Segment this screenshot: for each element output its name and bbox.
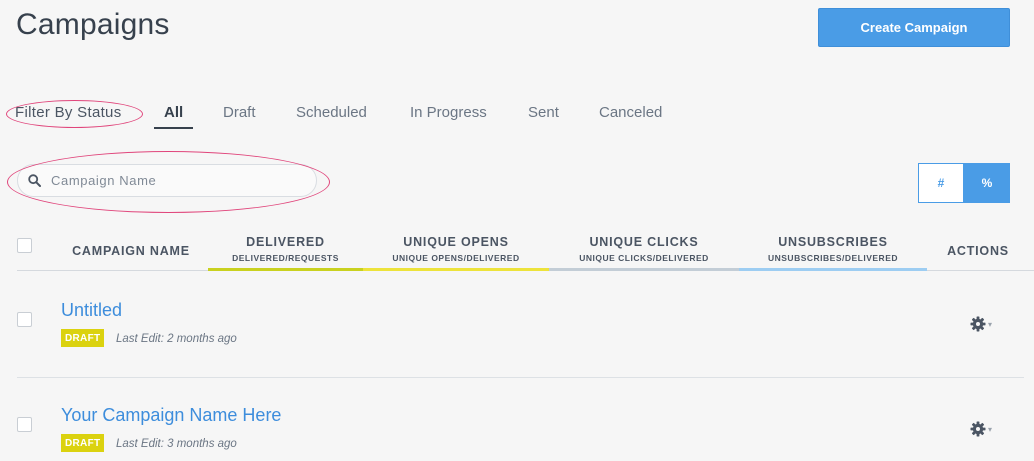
gear-icon — [970, 421, 986, 437]
row-actions-menu[interactable]: ▾ — [970, 420, 996, 438]
row-checkbox[interactable] — [17, 417, 32, 432]
column-title: DELIVERED — [246, 235, 325, 249]
row-divider — [17, 377, 1024, 378]
tab-canceled[interactable]: Canceled — [599, 104, 662, 121]
count-toggle-button[interactable]: # — [918, 163, 964, 203]
last-edit-text: Last Edit: 2 months ago — [116, 333, 237, 345]
active-tab-indicator — [154, 127, 193, 129]
column-subtitle: DELIVERED/REQUESTS — [232, 253, 339, 263]
column-title: ACTIONS — [947, 244, 1009, 258]
campaign-name-link[interactable]: Your Campaign Name Here — [61, 405, 281, 426]
tab-scheduled[interactable]: Scheduled — [296, 104, 367, 121]
tab-in-progress[interactable]: In Progress — [410, 104, 487, 121]
column-title: UNIQUE OPENS — [403, 235, 509, 249]
column-unsubscribes[interactable]: UNSUBSCRIBES UNSUBSCRIBES/DELIVERED — [739, 235, 927, 263]
unsubscribes-color-bar — [739, 268, 927, 271]
chevron-down-icon: ▾ — [988, 319, 993, 329]
column-subtitle: UNIQUE CLICKS/DELIVERED — [579, 253, 709, 263]
row-actions-menu[interactable]: ▾ — [970, 315, 996, 333]
count-percent-toggle: # % — [918, 163, 1010, 203]
select-all-checkbox[interactable] — [17, 238, 32, 253]
column-subtitle: UNSUBSCRIBES/DELIVERED — [767, 253, 899, 263]
tab-all[interactable]: All — [164, 104, 183, 121]
row-checkbox[interactable] — [17, 312, 32, 327]
column-title: UNSUBSCRIBES — [778, 235, 888, 249]
column-unique-opens[interactable]: UNIQUE OPENS UNIQUE OPENS/DELIVERED — [363, 235, 549, 263]
status-badge: DRAFT — [61, 434, 105, 452]
last-edit-text: Last Edit: 3 months ago — [116, 438, 237, 450]
column-campaign-name[interactable]: CAMPAIGN NAME — [62, 244, 200, 258]
chevron-down-icon: ▾ — [988, 424, 993, 434]
tab-draft[interactable]: Draft — [223, 104, 256, 121]
tab-sent[interactable]: Sent — [528, 104, 559, 121]
column-unique-clicks[interactable]: UNIQUE CLICKS UNIQUE CLICKS/DELIVERED — [549, 235, 739, 263]
campaigns-page: Campaigns Create Campaign Filter By Stat… — [0, 0, 1034, 461]
column-subtitle: UNIQUE OPENS/DELIVERED — [392, 253, 520, 263]
campaign-name-link[interactable]: Untitled — [61, 300, 122, 321]
page-title: Campaigns — [16, 8, 170, 41]
unique-opens-color-bar — [363, 268, 549, 271]
percent-toggle-button[interactable]: % — [964, 163, 1010, 203]
column-actions: ACTIONS — [940, 244, 1016, 258]
gear-icon — [970, 316, 986, 332]
delivered-color-bar — [208, 268, 363, 271]
status-badge: DRAFT — [61, 329, 105, 347]
column-title: UNIQUE CLICKS — [589, 235, 699, 249]
annotation-circle-filter — [6, 100, 143, 128]
unique-clicks-color-bar — [549, 268, 739, 271]
column-delivered[interactable]: DELIVERED DELIVERED/REQUESTS — [208, 235, 363, 263]
column-title: CAMPAIGN NAME — [72, 244, 190, 258]
create-campaign-button[interactable]: Create Campaign — [818, 8, 1010, 47]
annotation-circle-search — [7, 151, 330, 213]
